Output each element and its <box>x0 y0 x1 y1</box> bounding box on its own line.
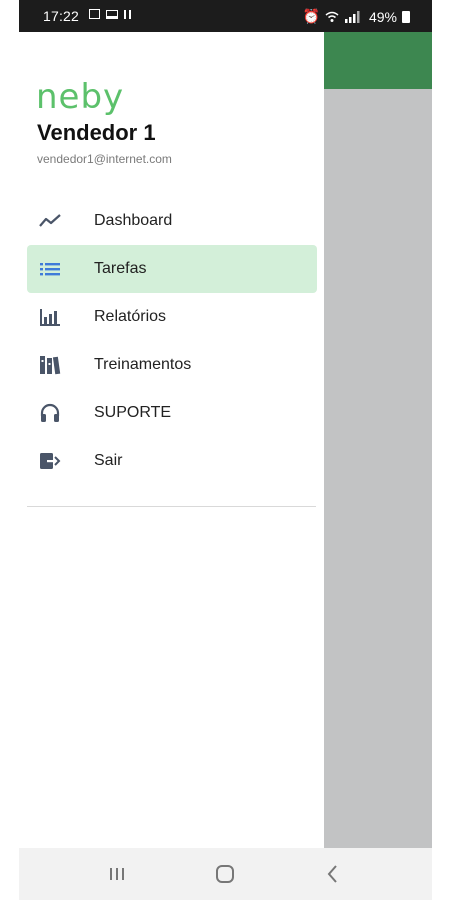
home-icon[interactable] <box>213 862 237 886</box>
menu-item-dashboard[interactable]: Dashboard <box>27 197 317 245</box>
menu-label-dashboard: Dashboard <box>94 212 173 229</box>
system-icons: ⏰ 49% <box>303 8 410 25</box>
menu-item-tarefas[interactable]: Tarefas <box>27 245 317 293</box>
menu-label-tarefas: Tarefas <box>94 260 147 277</box>
back-icon[interactable] <box>321 862 345 886</box>
menu-label-sair: Sair <box>94 452 123 469</box>
phone-screen: 17:22 ⏰ 49% neby Vendedor 1 vendedor1@in… <box>19 0 432 900</box>
drawer-divider <box>27 506 316 507</box>
bar-chart-icon <box>40 309 60 326</box>
wifi-icon <box>325 11 339 22</box>
battery-icon <box>402 10 410 23</box>
headphones-icon <box>40 403 60 422</box>
menu-label-relatorios: Relatórios <box>94 308 167 325</box>
user-name: Vendedor 1 <box>37 120 156 145</box>
list-icon <box>40 263 60 276</box>
navigation-drawer: neby Vendedor 1 vendedor1@internet.com D… <box>19 32 324 848</box>
trend-line-icon <box>39 214 61 227</box>
recent-apps-icon[interactable] <box>105 862 129 886</box>
app-bar-behind <box>324 32 432 89</box>
image-notification-icon <box>89 9 100 19</box>
drawer-menu: Dashboard Tarefas Relatórios Treinamento… <box>27 197 317 485</box>
notification-icons <box>89 9 131 19</box>
battery-percent: 49% <box>368 8 397 25</box>
drawer-scrim[interactable] <box>324 32 432 848</box>
menu-item-treinamentos[interactable]: Treinamentos <box>27 341 317 389</box>
menu-label-suporte: SUPORTE <box>94 404 172 421</box>
menu-item-relatorios[interactable]: Relatórios <box>27 293 317 341</box>
signal-icon <box>344 10 360 23</box>
user-email: vendedor1@internet.com <box>37 152 172 166</box>
pause-notification-icon <box>124 9 131 19</box>
menu-item-suporte[interactable]: SUPORTE <box>27 389 317 437</box>
menu-item-sair[interactable]: Sair <box>27 437 317 485</box>
status-time: 17:22 <box>43 8 80 24</box>
neby-logo: neby <box>36 77 125 117</box>
menu-label-treinamentos: Treinamentos <box>94 356 192 373</box>
alarm-icon: ⏰ <box>302 8 320 24</box>
cast-notification-icon <box>106 9 118 19</box>
books-icon <box>40 356 61 375</box>
system-nav-bar <box>19 848 432 900</box>
status-bar: 17:22 ⏰ 49% <box>19 0 432 32</box>
logout-icon <box>40 453 61 469</box>
